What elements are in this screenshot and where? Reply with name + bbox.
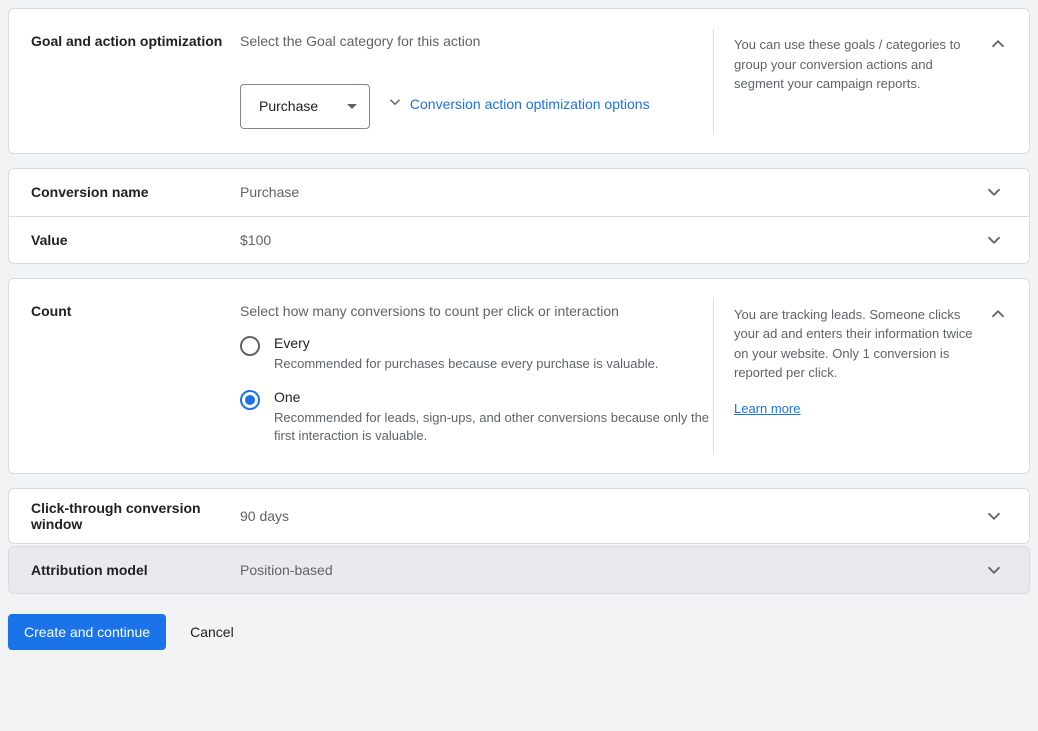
radio-every-label: Every [274, 335, 658, 351]
count-prompt: Select how many conversions to count per… [240, 303, 713, 319]
radio-every[interactable] [240, 336, 260, 356]
goal-category-selected: Purchase [259, 98, 318, 114]
count-section: Count Select how many conversions to cou… [8, 278, 1030, 475]
radio-one-label: One [274, 389, 713, 405]
caret-down-icon [347, 104, 357, 109]
value-value: $100 [224, 232, 983, 248]
radio-one[interactable] [240, 390, 260, 410]
attribution-value: Position-based [224, 562, 983, 578]
chevron-down-icon [983, 181, 1005, 203]
goal-help-text: You can use these goals / categories to … [713, 29, 973, 133]
goal-optimization-section: Goal and action optimization Select the … [8, 8, 1030, 154]
cancel-button[interactable]: Cancel [184, 623, 240, 641]
count-option-one[interactable]: One Recommended for leads, sign-ups, and… [240, 389, 713, 445]
conversion-name-value: Purchase [224, 184, 983, 200]
attribution-label: Attribution model [9, 562, 224, 578]
count-option-every[interactable]: Every Recommended for purchases because … [240, 335, 713, 373]
goal-category-select[interactable]: Purchase [240, 84, 370, 129]
conversion-name-label: Conversion name [9, 184, 224, 200]
value-label: Value [9, 232, 224, 248]
goal-prompt: Select the Goal category for this action [240, 33, 713, 49]
click-through-value: 90 days [224, 508, 983, 524]
optimization-options-label: Conversion action optimization options [410, 96, 650, 112]
count-label: Count [9, 279, 224, 474]
click-through-label: Click-through conversion window [9, 500, 224, 532]
chevron-down-icon [983, 559, 1005, 581]
create-continue-button[interactable]: Create and continue [8, 614, 166, 650]
value-row[interactable]: Value $100 [8, 216, 1030, 264]
chevron-down-icon [983, 229, 1005, 251]
click-through-row[interactable]: Click-through conversion window 90 days [8, 488, 1030, 544]
chevron-down-icon [983, 505, 1005, 527]
count-help-text: You are tracking leads. Someone clicks y… [734, 307, 972, 381]
attribution-row[interactable]: Attribution model Position-based [8, 546, 1030, 594]
radio-every-desc: Recommended for purchases because every … [274, 355, 658, 373]
section-title: Goal and action optimization [9, 9, 224, 153]
radio-dot-icon [245, 395, 255, 405]
optimization-options-toggle[interactable]: Conversion action optimization options [386, 93, 650, 114]
footer-actions: Create and continue Cancel [8, 614, 1030, 650]
collapse-count-button[interactable] [987, 303, 1009, 325]
learn-more-link[interactable]: Learn more [734, 399, 800, 419]
collapse-goal-button[interactable] [987, 33, 1009, 55]
count-help: You are tracking leads. Someone clicks y… [713, 299, 973, 454]
conversion-name-row[interactable]: Conversion name Purchase [8, 168, 1030, 216]
chevron-down-icon [386, 93, 404, 114]
radio-one-desc: Recommended for leads, sign-ups, and oth… [274, 409, 713, 445]
